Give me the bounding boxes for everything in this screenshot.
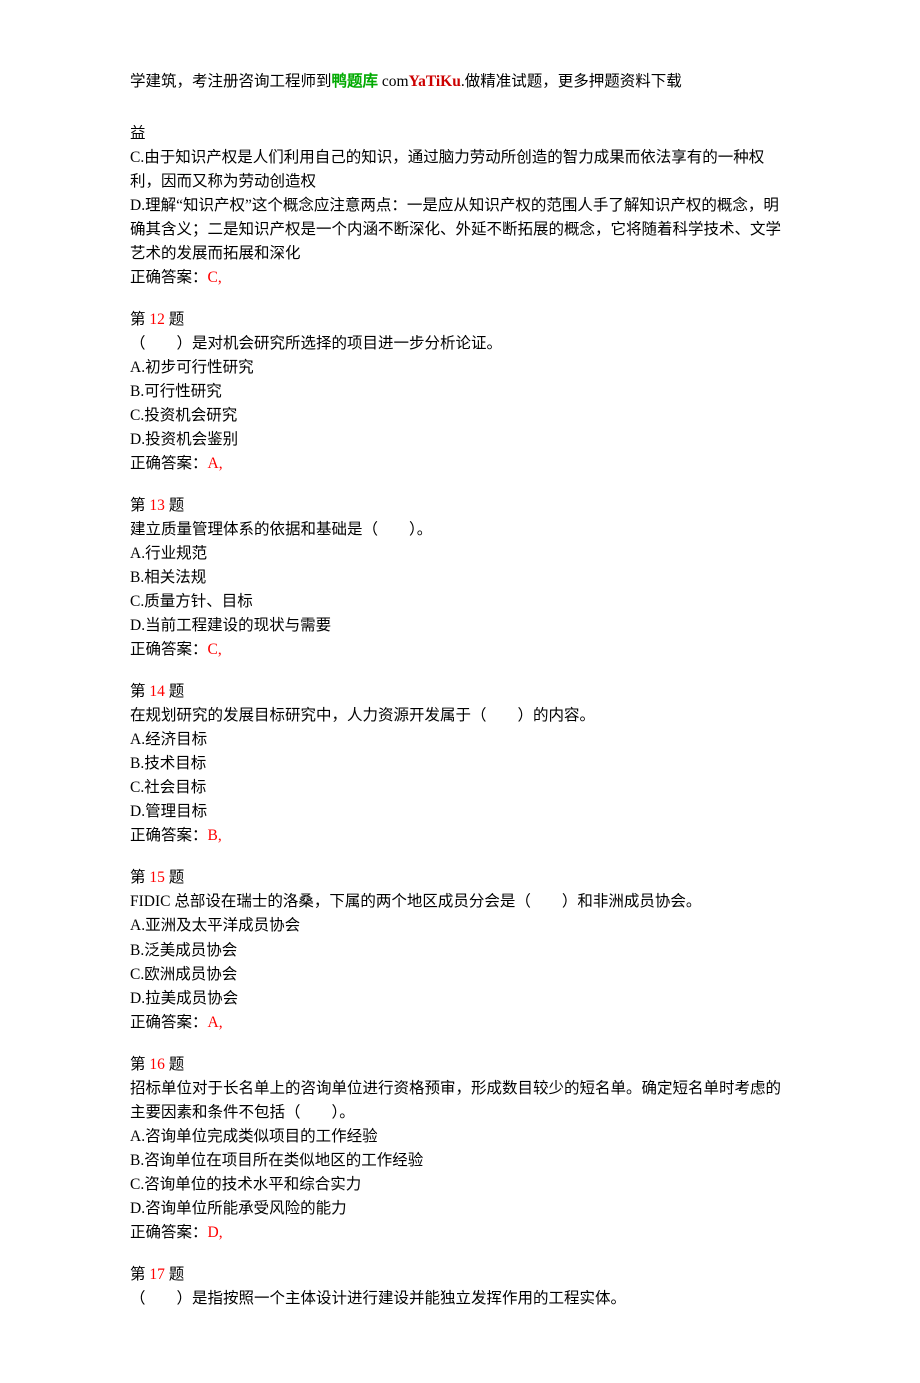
answer-line: 正确答案：C, — [130, 641, 222, 658]
q-head-post: 题 — [165, 311, 184, 328]
question-number: 12 — [149, 311, 165, 328]
question-number: 15 — [149, 869, 165, 886]
header-post: 做精准试题，更多押题资料下载 — [465, 73, 682, 90]
answer-label: 正确答案： — [130, 1224, 208, 1241]
option-a: A.咨询单位完成类似项目的工作经验 — [130, 1125, 790, 1149]
question-17: 第 17 题 （ ）是指按照一个主体设计进行建设并能独立发挥作用的工程实体。 — [130, 1263, 790, 1311]
question-stem: 建立质量管理体系的依据和基础是（ ）。 — [130, 518, 790, 542]
header-pre: 学建筑，考注册咨询工程师到 — [130, 73, 332, 90]
question-16: 第 16 题 招标单位对于长名单上的咨询单位进行资格预审，形成数目较少的短名单。… — [130, 1053, 790, 1245]
question-stem: （ ）是对机会研究所选择的项目进一步分析论证。 — [130, 332, 790, 356]
q-head-pre: 第 — [130, 1056, 149, 1073]
q-head-pre: 第 — [130, 869, 149, 886]
option-a: A.经济目标 — [130, 728, 790, 752]
q-head-post: 题 — [165, 1056, 184, 1073]
option-b: B.技术目标 — [130, 752, 790, 776]
answer-value: C, — [208, 269, 222, 286]
question-stem: 在规划研究的发展目标研究中，人力资源开发属于（ ）的内容。 — [130, 704, 790, 728]
question-number: 17 — [149, 1266, 165, 1283]
header-red: YaTiKu — [409, 73, 461, 90]
answer-value: A, — [208, 455, 223, 472]
question-number: 14 — [149, 683, 165, 700]
question-13: 第 13 题 建立质量管理体系的依据和基础是（ ）。 A.行业规范 B.相关法规… — [130, 494, 790, 662]
q11-answer-line: 正确答案：C, — [130, 269, 222, 286]
question-stem: （ ）是指按照一个主体设计进行建设并能独立发挥作用的工程实体。 — [130, 1287, 790, 1311]
q-head-pre: 第 — [130, 497, 149, 514]
header-rom1: com — [378, 73, 409, 90]
option-a: A.初步可行性研究 — [130, 356, 790, 380]
option-a: A.亚洲及太平洋成员协会 — [130, 914, 790, 938]
page-header: 学建筑，考注册咨询工程师到鸭题库 comYaTiKu.做精准试题，更多押题资料下… — [130, 70, 790, 94]
answer-label: 正确答案： — [130, 641, 208, 658]
q-head-pre: 第 — [130, 1266, 149, 1283]
answer-label: 正确答案： — [130, 827, 208, 844]
answer-line: 正确答案：B, — [130, 827, 222, 844]
answer-label: 正确答案： — [130, 269, 208, 286]
answer-value: A, — [208, 1014, 223, 1031]
header-green: 鸭题库 — [332, 73, 379, 90]
question-12: 第 12 题 （ ）是对机会研究所选择的项目进一步分析论证。 A.初步可行性研究… — [130, 308, 790, 476]
q-head-post: 题 — [165, 1266, 184, 1283]
q11-option-d: D.理解“知识产权”这个概念应注意两点：一是应从知识产权的范围人手了解知识产权的… — [130, 194, 790, 266]
answer-line: 正确答案：D, — [130, 1224, 223, 1241]
question-header: 第 15 题 — [130, 866, 790, 890]
question-stem: FIDIC 总部设在瑞士的洛桑，下属的两个地区成员分会是（ ）和非洲成员协会。 — [130, 890, 790, 914]
option-d: D.咨询单位所能承受风险的能力 — [130, 1197, 790, 1221]
option-d: D.管理目标 — [130, 800, 790, 824]
answer-value: B, — [208, 827, 222, 844]
option-a: A.行业规范 — [130, 542, 790, 566]
q-head-pre: 第 — [130, 683, 149, 700]
answer-label: 正确答案： — [130, 1014, 208, 1031]
option-d: D.拉美成员协会 — [130, 987, 790, 1011]
question-number: 16 — [149, 1056, 165, 1073]
question-header: 第 12 题 — [130, 308, 790, 332]
option-b: B.相关法规 — [130, 566, 790, 590]
q-head-post: 题 — [165, 683, 184, 700]
option-b: B.咨询单位在项目所在类似地区的工作经验 — [130, 1149, 790, 1173]
stem-rest: 总部设在瑞士的洛桑，下属的两个地区成员分会是（ ）和非洲成员协会。 — [170, 893, 701, 910]
q11-partial-line: 益 — [130, 122, 790, 146]
answer-line: 正确答案：A, — [130, 455, 223, 472]
option-b: B.泛美成员协会 — [130, 939, 790, 963]
question-header: 第 16 题 — [130, 1053, 790, 1077]
answer-label: 正确答案： — [130, 455, 208, 472]
option-c: C.质量方针、目标 — [130, 590, 790, 614]
q-head-post: 题 — [165, 869, 184, 886]
question-header: 第 14 题 — [130, 680, 790, 704]
question-14: 第 14 题 在规划研究的发展目标研究中，人力资源开发属于（ ）的内容。 A.经… — [130, 680, 790, 848]
question-header: 第 17 题 — [130, 1263, 790, 1287]
q11-option-c: C.由于知识产权是人们利用自己的知识，通过脑力劳动所创造的智力成果而依法享有的一… — [130, 146, 790, 194]
question-15: 第 15 题 FIDIC 总部设在瑞士的洛桑，下属的两个地区成员分会是（ ）和非… — [130, 866, 790, 1034]
q-head-pre: 第 — [130, 311, 149, 328]
document-page: 学建筑，考注册咨询工程师到鸭题库 comYaTiKu.做精准试题，更多押题资料下… — [0, 0, 920, 1383]
option-d: D.投资机会鉴别 — [130, 428, 790, 452]
stem-latin: FIDIC — [130, 893, 170, 910]
question-header: 第 13 题 — [130, 494, 790, 518]
question-11-partial: 益 C.由于知识产权是人们利用自己的知识，通过脑力劳动所创造的智力成果而依法享有… — [130, 122, 790, 290]
option-c: C.投资机会研究 — [130, 404, 790, 428]
option-c: C.欧洲成员协会 — [130, 963, 790, 987]
option-c: C.咨询单位的技术水平和综合实力 — [130, 1173, 790, 1197]
answer-line: 正确答案：A, — [130, 1014, 223, 1031]
option-b: B.可行性研究 — [130, 380, 790, 404]
answer-value: D, — [208, 1224, 223, 1241]
question-number: 13 — [149, 497, 165, 514]
q-head-post: 题 — [165, 497, 184, 514]
question-stem: 招标单位对于长名单上的咨询单位进行资格预审，形成数目较少的短名单。确定短名单时考… — [130, 1077, 790, 1125]
answer-value: C, — [208, 641, 222, 658]
option-c: C.社会目标 — [130, 776, 790, 800]
option-d: D.当前工程建设的现状与需要 — [130, 614, 790, 638]
